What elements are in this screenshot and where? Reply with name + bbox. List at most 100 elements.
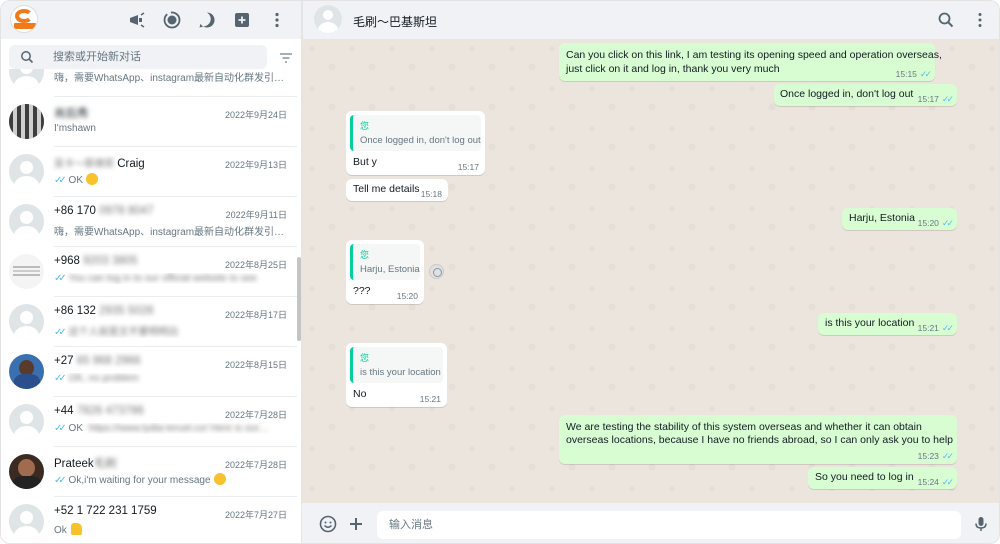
quote-text: Harju, Estonia [360,264,420,275]
chat-name-main: Craig [117,158,145,170]
quoted-reply[interactable]: 您 Harju, Estonia [350,244,420,280]
chat-name: +968 9203 3805 [54,255,138,267]
chat-name: +86 132 2935 5028 [54,305,154,317]
message-area[interactable]: Can you click on this link, I am testing… [302,39,999,503]
chat-list-item[interactable]: +52 1 722 231 1759 2022年7月27日 Ok [1,497,297,543]
quote-text: is this your location [360,367,441,378]
chat-list-item[interactable]: 肖后秀 2022年9月24日 I'mshawn [1,97,297,147]
incoming-message[interactable]: Tell me details 15:18 [346,179,448,201]
read-ticks-icon: ✓✓ [54,175,67,186]
outgoing-message[interactable]: So you need to log in 15:24 ✓✓ [808,467,957,489]
message-time: 15:17 [457,162,479,172]
outgoing-message[interactable]: Can you click on this link, I am testing… [559,43,942,81]
chat-name: +27 65 968 2966 [54,355,141,367]
profile-logo-avatar[interactable] [10,5,38,33]
conversation-panel: 毛刷～巴基斯坦 Can you click on this link, I am… [302,1,999,543]
chat-preview: ✓✓ 这个人就是文不要明明白 [54,327,179,338]
chat-preview: ✓✓ You can log in to our official websit… [54,273,257,284]
outgoing-message[interactable]: Harju, Estonia 15:20 ✓✓ [842,208,957,230]
incoming-message[interactable]: 您 is this your location No 15:21 [346,343,447,407]
message-time: 15:20 [396,291,418,301]
microphone-icon[interactable] [972,515,990,533]
chat-list-item[interactable]: 吴卡～菲律宾 Craig 2022年9月13日 ✓✓ OK [1,147,297,197]
outgoing-message[interactable]: Once logged in, don't log out 15:17 ✓✓ [774,84,957,106]
chat-list-item[interactable]: 嗨，需要WhatsApp、instagram最新自动化群发引… [1,69,297,97]
incoming-message[interactable]: 您 Once logged in, don't log out But y 15… [346,111,485,175]
read-ticks-icon: ✓✓ [941,94,954,104]
chat-list-item[interactable]: +968 9203 3805 2022年8月25日 ✓✓ You can log… [1,247,297,297]
chat-list-scrollbar[interactable] [297,257,301,341]
avatar [9,204,44,239]
chat-list-item[interactable]: +86 132 2935 5028 2022年8月17日 ✓✓ 这个人就是文不要… [1,297,297,347]
chat-name: 肖后秀 [54,108,89,120]
message-time: 15:15 ✓✓ [895,69,932,79]
chat-date: 2022年8月25日 [224,260,287,270]
message-time: 15:24 ✓✓ [917,477,954,487]
quote-author: 您 [360,121,370,131]
conversation-menu-icon[interactable] [971,11,989,29]
search-input[interactable] [53,49,253,65]
avatar [9,404,44,439]
chat-preview: I'mshawn [54,123,96,134]
chat-date: 2022年7月28日 [224,410,287,420]
chat-preview: ✓✓ OK [54,173,286,186]
contact-avatar[interactable] [314,5,342,33]
search-icon [21,51,34,64]
chat-list: 嗨，需要WhatsApp、instagram最新自动化群发引… 肖后秀 2022… [1,69,301,543]
avatar [9,454,44,489]
conversation-header[interactable]: 毛刷～巴基斯坦 [302,1,999,39]
chat-name: +44 7826 473786 [54,405,144,417]
sidebar-header [1,1,301,39]
search-box[interactable] [9,45,267,69]
chat-list-item[interactable]: +27 65 968 2966 2022年8月15日 ✓✓ OK, no pro… [1,347,297,397]
quote-author: 您 [360,353,370,363]
message-time: 15:17 ✓✓ [917,94,954,104]
message-input[interactable] [377,511,961,539]
react-emoji-icon[interactable] [429,264,444,279]
chat-date: 2022年7月28日 [224,460,287,470]
incoming-message[interactable]: 您 Harju, Estonia ??? 15:20 [346,240,424,304]
chat-list-item[interactable]: +86 170 0978 8047 2022年9月11日 嗨，需要WhatsAp… [1,197,297,247]
avatar [9,504,44,539]
smile-emoji-icon [213,473,226,485]
chat-preview: ✓✓ OK, no problem [54,373,139,384]
outgoing-message[interactable]: We are testing the stability of this sys… [559,415,957,464]
outgoing-message[interactable]: is this your location 15:21 ✓✓ [818,313,957,335]
chat-preview: 嗨，需要WhatsApp、instagram最新自动化群发引… [54,227,285,238]
chat-name: +52 1 722 231 1759 [54,505,157,517]
chat-list-panel: 嗨，需要WhatsApp、instagram最新自动化群发引… 肖后秀 2022… [1,1,302,543]
channels-icon[interactable] [197,10,217,30]
chat-date: 2022年7月27日 [224,510,287,520]
chat-date: 2022年9月11日 [225,210,287,220]
menu-icon[interactable] [267,10,287,30]
message-time: 15:21 [419,394,441,404]
attach-plus-icon[interactable] [347,515,365,533]
chat-name: 吴卡～菲律宾 Craig [54,155,145,170]
avatar [9,104,44,139]
message-time: 15:18 [420,189,442,199]
chat-list-item[interactable]: +44 7826 473786 2022年7月28日 ✓✓ OK https:/… [1,397,297,447]
message-composer [302,503,999,543]
quoted-reply[interactable]: 您 is this your location [350,347,443,383]
chat-date: 2022年9月13日 [224,160,287,170]
chat-list-item[interactable]: Prateek毛刷 2022年7月28日 ✓✓ Ok,i'm waiting f… [1,447,297,497]
message-time: 15:20 ✓✓ [917,218,954,228]
contact-name[interactable]: 毛刷～巴基斯坦 [353,13,437,30]
chat-date: 2022年9月24日 [224,110,287,120]
smile-emoji-icon [86,173,98,185]
read-ticks-icon: ✓✓ [941,451,954,461]
message-time: 15:21 ✓✓ [917,323,954,333]
communities-icon[interactable] [127,10,147,30]
chat-date: 2022年8月17日 [224,310,287,320]
search-messages-icon[interactable] [937,11,955,29]
filter-icon[interactable] [279,52,293,64]
read-ticks-icon: ✓✓ [941,323,954,333]
quote-text: Once logged in, don't log out [360,135,481,146]
status-icon[interactable] [162,10,182,30]
quoted-reply[interactable]: 您 Once logged in, don't log out [350,115,481,151]
emoji-icon[interactable] [319,515,337,533]
new-chat-icon[interactable] [232,10,252,30]
thumbs-up-emoji-icon [70,523,82,535]
avatar [9,354,44,389]
quote-author: 您 [360,250,370,260]
